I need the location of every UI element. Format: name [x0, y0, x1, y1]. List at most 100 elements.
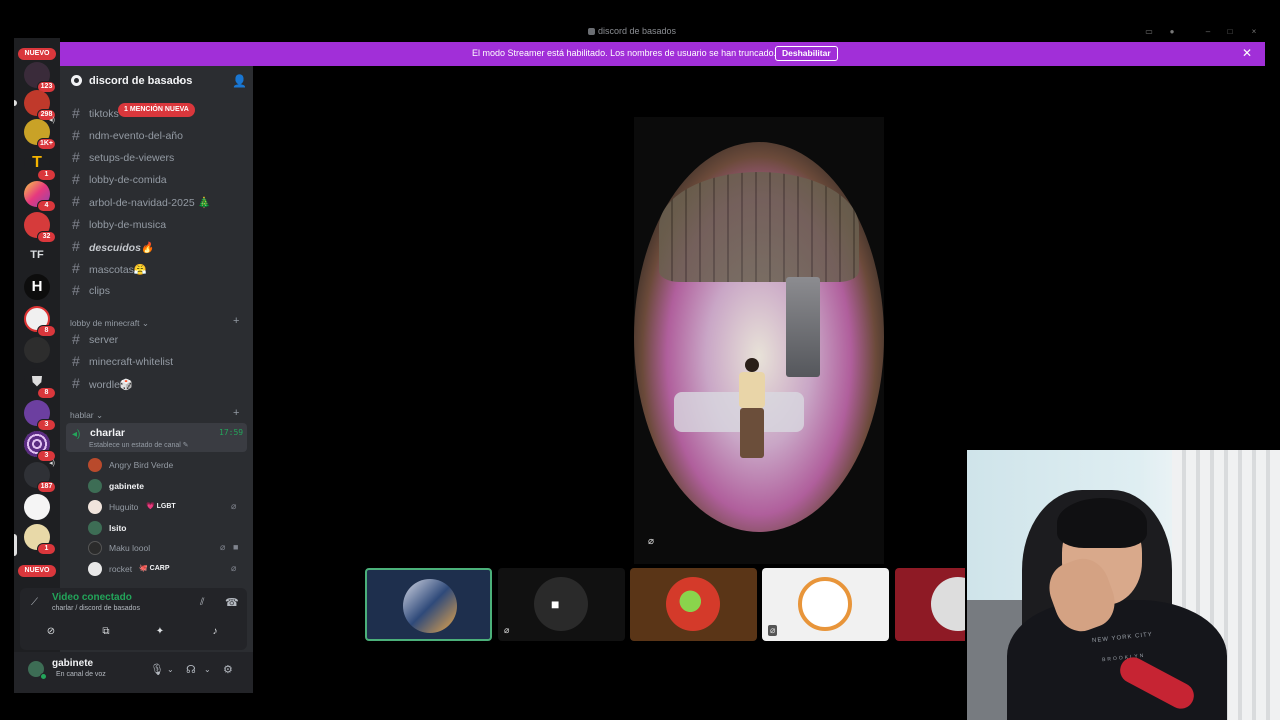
maximize-icon[interactable]: □ — [1226, 28, 1234, 36]
channel-item[interactable]: # clips — [66, 281, 246, 301]
server-icon-tf[interactable]: TF — [24, 242, 50, 268]
chevron-down-icon[interactable]: ⌄ — [167, 665, 174, 674]
hash-icon: # — [72, 149, 80, 165]
server-icon[interactable]: 1 — [24, 524, 56, 555]
channel-item[interactable]: # setups-de-viewers — [66, 148, 246, 168]
chevron-down-icon[interactable]: ⌄ — [204, 665, 211, 674]
disable-streamer-mode-button[interactable]: Deshabilitar — [775, 46, 838, 61]
server-icon[interactable]: 3 — [24, 431, 56, 462]
channel-item[interactable]: # minecraft-whitelist — [66, 352, 246, 372]
server-icon[interactable]: 4 — [24, 181, 56, 212]
voice-status-title[interactable]: Video conectado — [52, 592, 132, 603]
close-icon[interactable]: ✕ — [1242, 46, 1252, 60]
new-indicator[interactable]: NUEVO — [18, 565, 56, 577]
channel-item[interactable]: # ndm-evento-del-año — [66, 126, 246, 146]
seated-person — [737, 358, 767, 468]
voice-status-subtitle[interactable]: charlar / discord de basados — [52, 605, 140, 612]
voice-user[interactable]: Huguito 💗 LGBT ⌀ — [88, 497, 248, 517]
activities-button[interactable]: ✦ — [137, 621, 183, 643]
minimize-icon[interactable]: – — [1204, 28, 1212, 36]
participant-tile[interactable]: ⌀ ■ — [498, 568, 625, 641]
channel-name: ndm-evento-del-año — [89, 130, 183, 142]
server-icon[interactable]: 123 — [24, 62, 56, 93]
server-icon[interactable]: ◂) 187 — [24, 460, 56, 493]
voice-channel-charlar[interactable]: ◂) charlar Establece un estado de canal … — [66, 423, 247, 452]
hash-icon: # — [72, 238, 80, 254]
microphone-icon[interactable]: 🎙 — [150, 663, 164, 676]
streamer-mode-banner: El modo Streamer está habilitado. Los no… — [60, 42, 1265, 66]
new-mention-pill[interactable]: 1 MENCIÓN NUEVA — [118, 103, 195, 117]
gear-icon[interactable]: ⚙ — [223, 663, 233, 676]
unread-badge: 4 — [37, 200, 56, 212]
voice-user-name: rocket — [109, 564, 133, 574]
server-icon[interactable]: T1 — [24, 150, 56, 181]
server-icon[interactable]: 32 — [24, 212, 56, 243]
hash-icon: # — [72, 127, 80, 143]
muted-mic-icon: ⌀ — [504, 625, 510, 635]
channel-item[interactable]: # wordle🎲 — [66, 374, 246, 394]
help-icon[interactable]: ● — [1168, 28, 1176, 36]
participant-tile[interactable] — [365, 568, 492, 641]
unread-badge: 8 — [37, 387, 56, 399]
hash-icon: # — [72, 260, 80, 276]
share-screen-button[interactable]: ⧉ — [83, 621, 129, 643]
participant-avatar — [666, 577, 720, 631]
unread-badge: 187 — [37, 481, 56, 493]
voice-user[interactable]: Maku loool ⌀ ■ — [88, 538, 248, 558]
unread-badge: 8 — [37, 325, 56, 337]
channel-name: lobby-de-comida — [89, 174, 167, 186]
muted-mic-icon: ⌀ — [648, 536, 655, 547]
server-icon[interactable]: 8 — [24, 306, 56, 337]
channel-item[interactable]: # lobby-de-comida — [66, 170, 246, 190]
focused-video-tile[interactable]: ⌀ — [634, 117, 884, 564]
muted-mic-icon: ⌀ — [231, 563, 237, 573]
set-channel-status[interactable]: Establece un estado de canal ✎ — [89, 441, 189, 449]
voice-user[interactable]: gabinete — [88, 476, 248, 496]
new-indicator[interactable]: NUEVO — [18, 48, 56, 60]
add-channel-icon[interactable]: + — [233, 315, 239, 327]
server-icon[interactable]: H — [24, 274, 50, 300]
channel-item[interactable]: # arbol-de-navidad-2025 🎄 — [66, 192, 246, 212]
discord-icon — [588, 28, 595, 35]
server-icon[interactable] — [24, 494, 50, 520]
window-titlebar: discord de basados ▭ ● – □ × — [0, 26, 1280, 38]
voice-user[interactable]: rocket 🐙 CARP ⌀ — [88, 559, 248, 579]
voice-user[interactable]: Angry Bird Verde — [88, 455, 248, 475]
voice-user-name: Maku loool — [109, 543, 151, 553]
channel-item[interactable]: # mascotas😤 — [66, 259, 246, 279]
toggle-camera-button[interactable]: ⊘ — [28, 621, 74, 643]
server-icon[interactable]: ⛊ 8 — [24, 368, 56, 399]
user-name[interactable]: gabinete — [52, 658, 93, 669]
guild-header[interactable]: discord de basados ⌄ 👤 — [60, 66, 253, 98]
channel-item[interactable]: # server — [66, 330, 246, 350]
soundboard-button[interactable]: ♪ — [192, 621, 238, 643]
headphones-icon[interactable]: ☊ — [186, 663, 196, 676]
user-status: En canal de voz — [56, 671, 106, 678]
participant-tile[interactable] — [630, 568, 757, 641]
category-minecraft[interactable]: lobby de minecraft ⌄ — [70, 318, 149, 329]
close-window-icon[interactable]: × — [1250, 28, 1258, 36]
channel-item[interactable]: # descuidos🔥 — [66, 237, 246, 257]
voice-connection-panel: ⟋ Video conectado charlar / discord de b… — [20, 588, 247, 650]
hash-icon: # — [72, 353, 80, 369]
add-channel-icon[interactable]: + — [233, 407, 239, 419]
server-icon[interactable]: ◂) 1K+ — [24, 117, 56, 150]
user-panel: gabinete En canal de voz 🎙 ⌄ ☊ ⌄ ⚙ — [14, 652, 253, 693]
channel-name: setups-de-viewers — [89, 152, 175, 164]
hash-icon: # — [72, 193, 80, 209]
signal-icon[interactable]: ⟋ — [31, 597, 38, 608]
server-icon[interactable]: 298 — [24, 90, 56, 121]
category-hablar[interactable]: hablar ⌄ — [70, 410, 103, 421]
disconnect-call-icon[interactable]: ☎ — [225, 596, 239, 609]
invite-people-icon[interactable]: 👤 — [232, 74, 247, 88]
participant-tile[interactable] — [895, 568, 965, 641]
streamer-hair — [1057, 498, 1147, 548]
voice-user[interactable]: lsito — [88, 518, 248, 538]
server-icon[interactable]: 3 — [24, 400, 56, 431]
server-icon[interactable] — [24, 337, 50, 363]
noise-suppression-icon[interactable]: ⫽ — [200, 597, 204, 608]
channel-item[interactable]: # lobby-de-musica — [66, 215, 246, 235]
participant-tile[interactable]: ⌀ — [762, 568, 889, 641]
inbox-icon[interactable]: ▭ — [1145, 28, 1153, 36]
avatar — [88, 500, 102, 514]
